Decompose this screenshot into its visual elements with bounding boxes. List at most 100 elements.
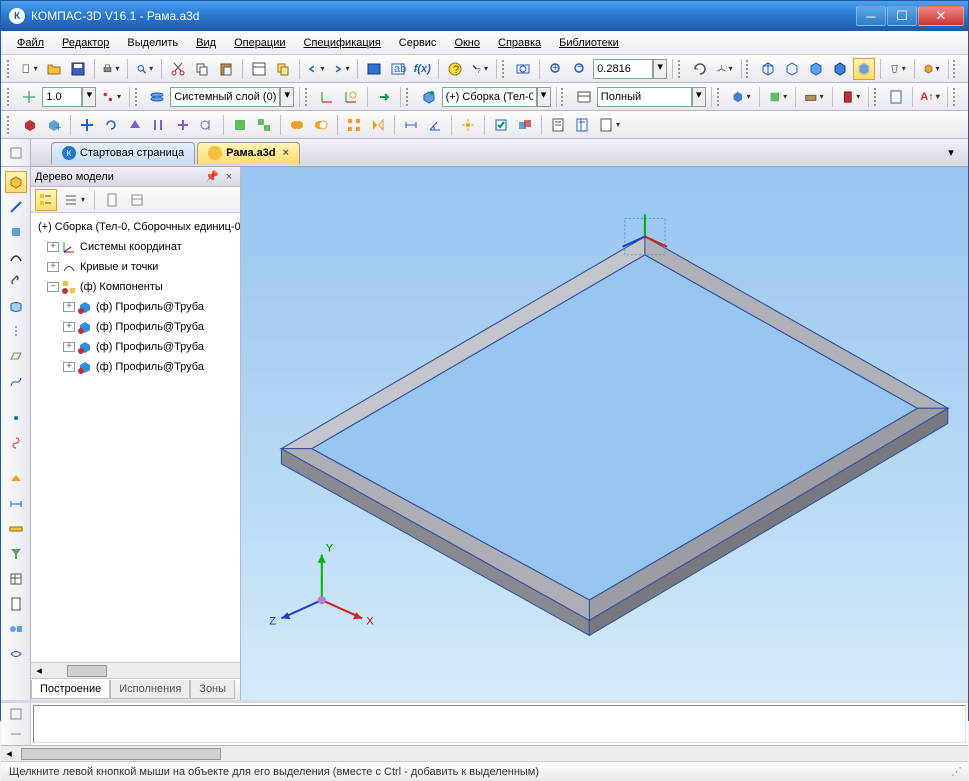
axis-button[interactable]: [5, 321, 27, 343]
spline3d-button[interactable]: [5, 371, 27, 393]
plane-button[interactable]: [5, 346, 27, 368]
menu-help[interactable]: Справка: [490, 34, 549, 52]
paste-button[interactable]: [215, 58, 237, 80]
array-button[interactable]: [343, 114, 365, 136]
copy-props-button[interactable]: [272, 58, 294, 80]
filter-button[interactable]: [5, 543, 27, 565]
tree-doc-button[interactable]: [101, 189, 123, 211]
mate-tangent-button[interactable]: [196, 114, 218, 136]
mate-parallel-button[interactable]: [148, 114, 170, 136]
layer-combo[interactable]: ▾: [170, 87, 294, 107]
menu-service[interactable]: Сервис: [391, 34, 445, 52]
resize-grip-icon[interactable]: ⋰: [951, 765, 960, 778]
cable-button[interactable]: [5, 643, 27, 665]
mate-coincident-button[interactable]: [124, 114, 146, 136]
help-context-button[interactable]: ?: [468, 58, 491, 80]
spiral-button[interactable]: [5, 432, 27, 454]
tab-close-icon[interactable]: ×: [283, 147, 289, 159]
tree-hscroll[interactable]: ◂: [31, 662, 240, 678]
assembly-combo[interactable]: ▾: [442, 87, 551, 107]
wireframe-button[interactable]: [757, 58, 779, 80]
measure-button[interactable]: [5, 518, 27, 540]
shaded-edges-button[interactable]: [829, 58, 851, 80]
menu-window[interactable]: Окно: [446, 34, 488, 52]
fx-button[interactable]: f(x): [411, 58, 433, 80]
expand-icon[interactable]: +: [63, 342, 75, 352]
attrs-button[interactable]: А↑: [918, 86, 941, 108]
main-hscroll[interactable]: ◂: [1, 745, 968, 761]
expand-icon[interactable]: +: [47, 262, 59, 272]
bool-union-button[interactable]: [286, 114, 308, 136]
mate-distance-button[interactable]: [400, 114, 422, 136]
cut-button[interactable]: [167, 58, 189, 80]
menu-file[interactable]: Файл: [9, 34, 52, 52]
new-button[interactable]: [18, 58, 41, 80]
copy-button[interactable]: [191, 58, 213, 80]
model-tree[interactable]: (+) Сборка (Тел-0, Сборочных единиц-0, Д…: [31, 213, 240, 662]
variables-button[interactable]: ab: [387, 58, 409, 80]
tab-exec[interactable]: Исполнения: [110, 680, 190, 699]
hidden-button[interactable]: [781, 58, 803, 80]
menu-select[interactable]: Выделить: [119, 34, 186, 52]
add-local-button[interactable]: +: [43, 114, 65, 136]
redo-button[interactable]: [329, 58, 352, 80]
sketch-button[interactable]: [5, 196, 27, 218]
explode-button[interactable]: [457, 114, 479, 136]
spec-button[interactable]: [571, 114, 593, 136]
tree-view-button[interactable]: [60, 189, 88, 211]
mate-angle-button[interactable]: [424, 114, 446, 136]
manager-button[interactable]: [363, 58, 385, 80]
surface-button[interactable]: [5, 296, 27, 318]
help-button[interactable]: ?: [444, 58, 466, 80]
check-button[interactable]: [490, 114, 512, 136]
point-button[interactable]: [5, 407, 27, 429]
menu-operations[interactable]: Операции: [226, 34, 293, 52]
section-button[interactable]: [920, 58, 943, 80]
elements-button[interactable]: [5, 618, 27, 640]
ortho-button[interactable]: [18, 86, 40, 108]
lcs-button[interactable]: [316, 86, 338, 108]
go-to-button[interactable]: [373, 86, 395, 108]
sheet-button[interactable]: [5, 468, 27, 490]
dimension-button[interactable]: [5, 493, 27, 515]
filter-body-button[interactable]: [728, 86, 754, 108]
library-button[interactable]: [838, 86, 864, 108]
layer-icon[interactable]: [146, 86, 168, 108]
zoom-in-button[interactable]: +: [545, 58, 567, 80]
menu-edit[interactable]: Редактор: [54, 34, 117, 52]
report-menu-button[interactable]: [595, 114, 623, 136]
expand-icon[interactable]: +: [63, 302, 75, 312]
move-button[interactable]: [76, 114, 98, 136]
zoom-fit-button[interactable]: [512, 58, 534, 80]
assembly-icon[interactable]: [418, 86, 440, 108]
print-button[interactable]: [99, 58, 122, 80]
view-mode-icon[interactable]: [573, 86, 595, 108]
tree-spec-button[interactable]: [126, 189, 148, 211]
view-mode-combo[interactable]: ▾: [597, 87, 706, 107]
tree-mode-button[interactable]: [35, 189, 57, 211]
attach-button[interactable]: [5, 271, 27, 293]
orient-button[interactable]: [713, 58, 736, 80]
collapse-icon[interactable]: −: [47, 282, 59, 292]
panel-close-icon[interactable]: ×: [222, 171, 236, 183]
menu-spec[interactable]: Спецификация: [296, 34, 389, 52]
maximize-button[interactable]: ☐: [887, 6, 917, 26]
bool-subtract-button[interactable]: [310, 114, 332, 136]
save-button[interactable]: [67, 58, 89, 80]
tab-zones[interactable]: Зоны: [190, 680, 235, 699]
msg-btn-2[interactable]: [5, 725, 27, 743]
tabs-menu-button[interactable]: ▾: [940, 142, 962, 164]
scale-combo[interactable]: ▾: [42, 87, 96, 107]
edit-assembly-button[interactable]: [5, 171, 27, 193]
preview-button[interactable]: [133, 58, 156, 80]
curve-button[interactable]: [5, 246, 27, 268]
3d-viewport[interactable]: Y X Z: [241, 167, 968, 700]
properties-button[interactable]: [248, 58, 270, 80]
menu-libraries[interactable]: Библиотеки: [551, 34, 627, 52]
report2-button[interactable]: [5, 593, 27, 615]
rotate-part-button[interactable]: [100, 114, 122, 136]
tab-start-page[interactable]: К Стартовая страница: [51, 142, 195, 164]
rebuild-button[interactable]: [801, 86, 827, 108]
add-part-button[interactable]: [19, 114, 41, 136]
minimize-button[interactable]: ─: [856, 6, 886, 26]
